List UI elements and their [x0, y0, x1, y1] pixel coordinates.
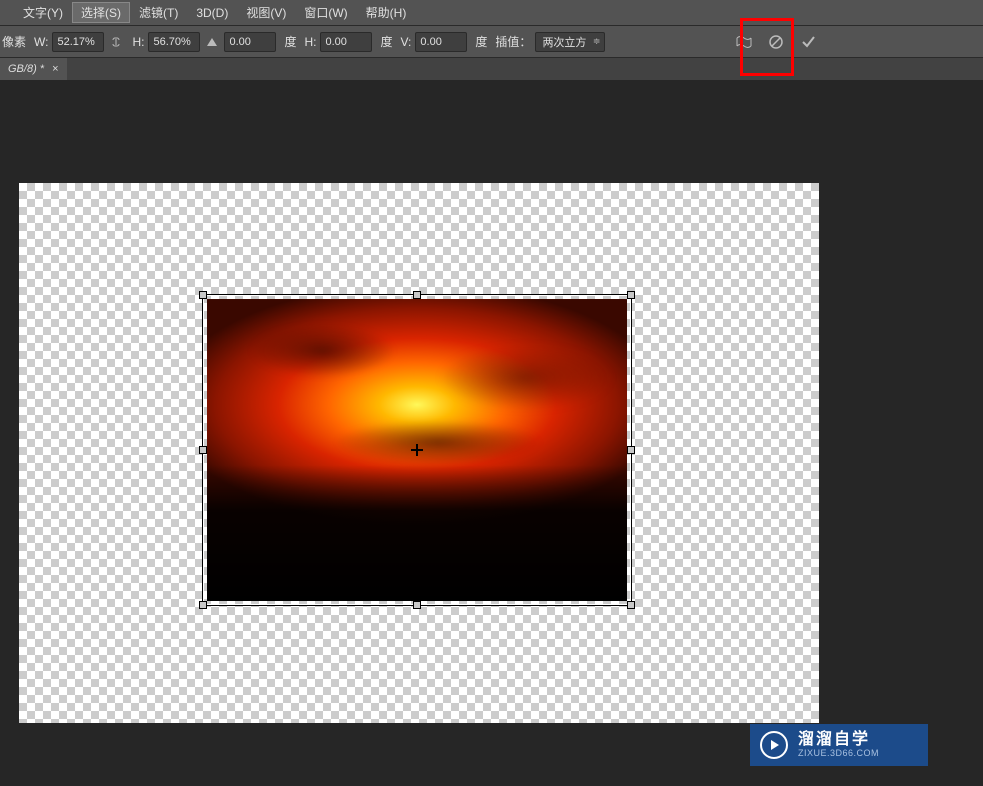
h-label: H: — [132, 35, 144, 49]
degree-label-3: 度 — [475, 33, 487, 50]
select-arrow-icon: ≑ — [593, 36, 601, 47]
handle-bot-mid[interactable] — [413, 601, 421, 609]
options-bar: 像素 W: H: 度 H: 度 V: 度 插值： 两次立方 ≑ — [0, 26, 983, 58]
cancel-icon[interactable] — [766, 32, 786, 52]
height-input[interactable] — [148, 32, 200, 52]
menu-3d[interactable]: 3D(D) — [187, 4, 237, 22]
center-point-icon[interactable] — [411, 444, 423, 456]
transform-selection[interactable] — [202, 294, 632, 606]
handle-top-right[interactable] — [627, 291, 635, 299]
w-label: W: — [34, 35, 48, 49]
menu-view[interactable]: 视图(V) — [237, 2, 295, 23]
degree-label-2: 度 — [380, 33, 392, 50]
document-canvas[interactable] — [19, 183, 819, 723]
degree-label-1: 度 — [284, 33, 296, 50]
handle-top-left[interactable] — [199, 291, 207, 299]
width-input[interactable] — [52, 32, 104, 52]
rotate-icon — [207, 38, 217, 46]
warp-icon[interactable] — [734, 32, 754, 52]
interp-value: 两次立方 — [542, 34, 586, 50]
rotate-input[interactable] — [224, 32, 276, 52]
interp-label: 插值： — [495, 33, 531, 50]
tab-bar: GB/8) * × — [0, 58, 983, 80]
play-icon — [760, 731, 788, 759]
commit-icon[interactable] — [798, 32, 818, 52]
handle-top-mid[interactable] — [413, 291, 421, 299]
watermark-url: ZIXUE.3D66.COM — [798, 749, 879, 759]
handle-bot-left[interactable] — [199, 601, 207, 609]
pixel-label: 像素 — [2, 33, 26, 50]
h-skew-label: H: — [304, 35, 316, 49]
document-tab[interactable]: GB/8) * × — [0, 58, 67, 80]
interpolation-select[interactable]: 两次立方 ≑ — [535, 32, 605, 52]
menu-select[interactable]: 选择(S) — [72, 2, 130, 23]
menu-filter[interactable]: 滤镜(T) — [130, 2, 187, 23]
close-tab-icon[interactable]: × — [52, 63, 58, 75]
watermark-title: 溜溜自学 — [798, 731, 879, 749]
link-icon[interactable] — [108, 34, 124, 50]
handle-mid-right[interactable] — [627, 446, 635, 454]
tab-title: GB/8) * — [8, 63, 44, 75]
watermark: 溜溜自学 ZIXUE.3D66.COM — [750, 724, 928, 766]
menu-window[interactable]: 窗口(W) — [295, 2, 356, 23]
h-skew-input[interactable] — [320, 32, 372, 52]
v-skew-input[interactable] — [415, 32, 467, 52]
canvas-area — [0, 80, 983, 786]
menu-help[interactable]: 帮助(H) — [357, 2, 416, 23]
menu-type[interactable]: 文字(Y) — [14, 2, 72, 23]
v-skew-label: V: — [401, 35, 412, 49]
handle-bot-right[interactable] — [627, 601, 635, 609]
handle-mid-left[interactable] — [199, 446, 207, 454]
menu-bar: 文字(Y) 选择(S) 滤镜(T) 3D(D) 视图(V) 窗口(W) 帮助(H… — [0, 0, 983, 26]
